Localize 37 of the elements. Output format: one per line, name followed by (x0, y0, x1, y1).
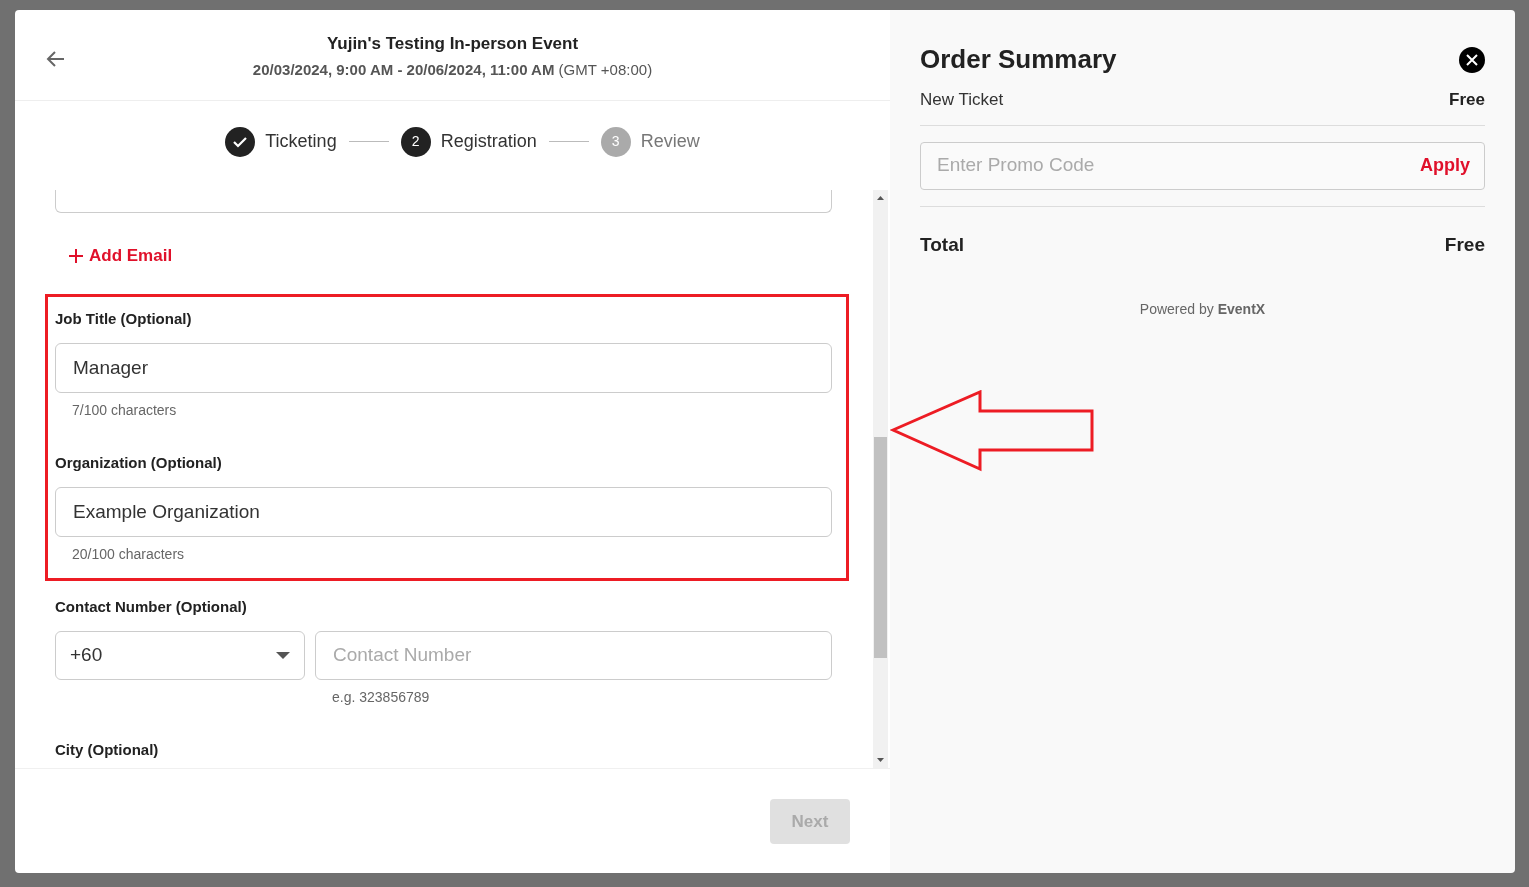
step-label: Ticketing (265, 130, 337, 153)
country-code-select[interactable]: +60 (55, 630, 305, 680)
field-label: City (Optional) (55, 739, 160, 760)
step-label: Registration (440, 130, 537, 153)
total-label: Total (920, 232, 964, 257)
close-icon (1466, 53, 1478, 66)
scrollbar-thumb[interactable] (874, 437, 887, 658)
step-check-icon (225, 126, 256, 157)
powered-by-text: Powered by EventX (1139, 300, 1266, 319)
step-number: 3 (600, 126, 631, 157)
apply-button[interactable]: Apply (1420, 152, 1470, 179)
text-input[interactable]: Example Organization (55, 486, 832, 537)
scroll-up-icon (877, 196, 884, 200)
dropdown-caret-icon (276, 651, 290, 659)
step-number: 2 (400, 126, 431, 157)
promo-code-field[interactable]: Enter Promo Code Apply (920, 141, 1485, 190)
text-input[interactable]: Manager (55, 342, 832, 393)
step-label: Review (640, 130, 700, 153)
event-title: Yujin's Testing In-person Event (326, 33, 579, 55)
close-button[interactable] (1459, 46, 1485, 73)
character-counter: 20/100 characters (71, 544, 186, 564)
event-dates: 20/03/2024, 9:00 AM - 20/06/2024, 11:00 AM (GMT +08:00) (252, 59, 653, 80)
character-counter: 7/100 characters (71, 400, 178, 420)
field-label: Job Title (Optional) (55, 308, 193, 329)
plus-icon (68, 247, 84, 264)
scroll-down-icon (877, 758, 884, 762)
ticket-price: Free (1449, 89, 1485, 111)
scrollbar[interactable] (873, 190, 888, 768)
email-field[interactable] (55, 190, 832, 213)
phone-hint: e.g. 323856789 (331, 687, 431, 707)
contact-number-input[interactable]: Contact Number (315, 630, 832, 680)
field-label: Contact Number (Optional) (55, 596, 248, 617)
ticket-name: New Ticket (920, 89, 1004, 111)
total-value: Free (1444, 232, 1485, 257)
field-label: Organization (Optional) (55, 452, 223, 473)
add-email-link[interactable]: Add Email (68, 243, 173, 269)
order-summary-title: Order Summary (920, 43, 1117, 76)
